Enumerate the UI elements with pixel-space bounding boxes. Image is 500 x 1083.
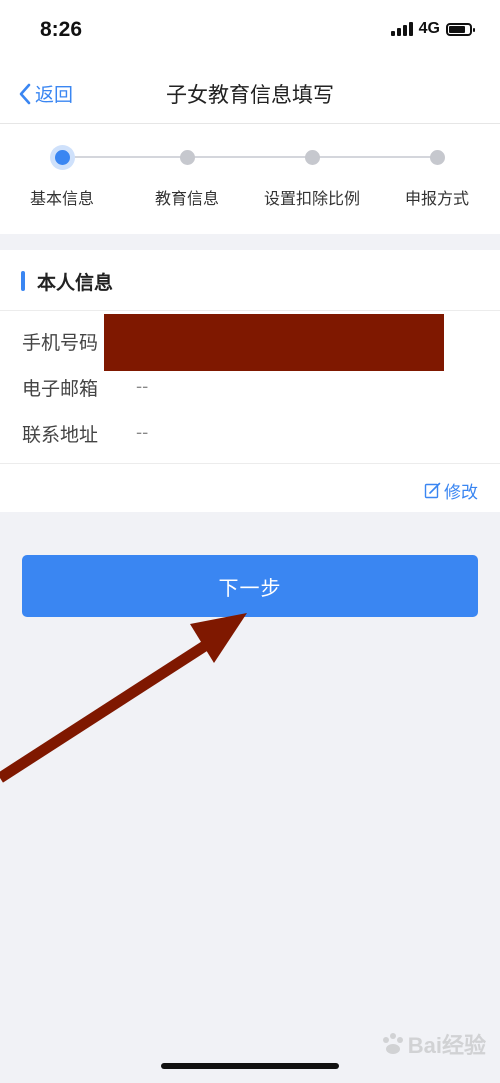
edit-icon: [424, 482, 441, 499]
status-indicators: 4G: [390, 20, 475, 38]
home-indicator: [161, 1063, 339, 1069]
email-field-row: 电子邮箱 --: [22, 372, 148, 402]
step-connector: [62, 156, 437, 158]
step-dot-deduction-ratio: [305, 150, 320, 165]
edit-label: 修改: [444, 483, 478, 503]
paw-logo-icon: [382, 1033, 403, 1054]
email-label: 电子邮箱: [22, 377, 99, 400]
signal-icon: [390, 22, 413, 36]
status-time: 8:26: [40, 18, 83, 41]
step-label-deduction-ratio: 设置扣除比例: [263, 189, 361, 208]
address-field-row: 联系地址 --: [22, 418, 148, 448]
page-title: 子女教育信息填写: [166, 83, 334, 107]
battery-icon: [446, 22, 475, 36]
email-value: --: [136, 377, 149, 397]
edit-button[interactable]: 修改: [424, 478, 478, 503]
step-dot-declaration-method: [430, 150, 445, 165]
redaction-block: [104, 314, 444, 371]
address-value: --: [136, 423, 149, 443]
watermark: Bai经验: [380, 1028, 486, 1060]
section-title: 本人信息: [37, 272, 114, 294]
watermark-text: Bai经验: [407, 1033, 486, 1058]
card-divider: [0, 463, 500, 464]
step-label-declaration-method: 申报方式: [404, 189, 470, 208]
step-dot-basic-info: [55, 150, 70, 165]
progress-stepper: 基本信息 教育信息 设置扣除比例 申报方式: [0, 124, 500, 234]
address-label: 联系地址: [22, 423, 99, 446]
section-header: 本人信息: [0, 250, 500, 311]
network-type: 4G: [418, 20, 440, 37]
step-label-basic-info: 基本信息: [29, 189, 95, 208]
step-label-education-info: 教育信息: [154, 189, 220, 208]
personal-info-card: 本人信息 手机号码 电子邮箱 -- 联系地址 -- 修改: [0, 250, 500, 512]
next-step-button[interactable]: 下一步: [22, 555, 478, 617]
nav-bar: 返回 子女教育信息填写: [0, 60, 500, 124]
status-bar: 8:26 4G: [0, 0, 500, 60]
section-accent-bar: [21, 271, 25, 291]
step-dot-education-info: [180, 150, 195, 165]
